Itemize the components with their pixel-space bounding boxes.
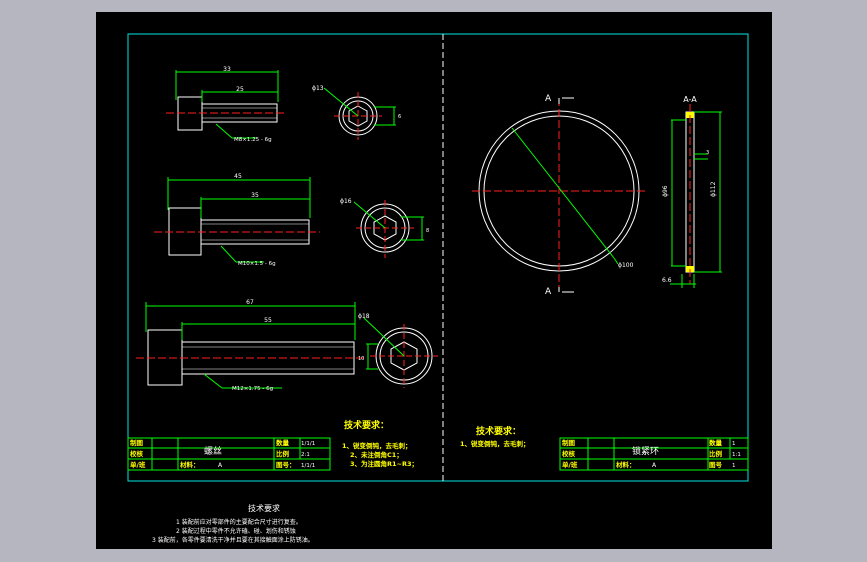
bolt1-head-depth: 6 (398, 114, 401, 120)
assembly-notes-title: 技术要求 (248, 503, 280, 513)
bolt1-end-view (323, 87, 396, 140)
left-drawing-label: 图号： (276, 460, 296, 469)
bolt-1 (166, 70, 286, 139)
left-note-2: 2、未注倒角C1； (350, 450, 403, 459)
bolt1-length-dim: 33 (223, 66, 231, 73)
bolt-2 (154, 177, 320, 263)
right-drawing-value: 1 (732, 463, 736, 469)
right-drawing-label: 图号 (709, 460, 723, 469)
ring-gap-dim: 3 (706, 150, 709, 156)
left-unit-class: 单/班 (130, 460, 146, 469)
left-part-name: 螺丝 (204, 445, 222, 457)
ring-diameter-dim: ϕ100 (618, 262, 634, 269)
assembly-note-2: 2 装配过程中零件不允许磕、碰、划伤和锈蚀 (176, 527, 296, 535)
left-qty-value: 1/1/1 (301, 441, 315, 447)
right-qty-value: 1 (732, 441, 736, 447)
left-title-block (127, 437, 331, 471)
right-scale-value: 1:1 (732, 452, 741, 458)
bolt2-end-view (353, 200, 424, 258)
right-note-1: 1、锐变倒钝，去毛刺； (460, 439, 530, 448)
bolt2-head-dim: ϕ16 (340, 198, 352, 205)
bolt3-end-view (363, 317, 438, 388)
bolt3-length-dim: 67 (246, 299, 254, 306)
left-scale-label: 比例 (276, 449, 290, 458)
left-checked-by: 校核 (130, 449, 144, 458)
bolt-3 (136, 302, 364, 389)
left-notes-title: 技术要求： (344, 419, 389, 431)
ring-outer-dim: ϕ112 (710, 181, 717, 197)
left-scale-value: 2:1 (301, 452, 310, 458)
cad-drawing-canvas: 33 25 M8×1.25 - 6g ϕ13 6 45 35 M10×1.5 -… (96, 12, 772, 549)
section-mark-top: A (545, 94, 552, 104)
right-material-label: 材料： (615, 460, 636, 469)
assembly-note-1: 1 装配前应对零部件的主要配合尺寸进行复查。 (176, 518, 302, 526)
right-checked-by: 校核 (562, 449, 576, 458)
left-note-1: 1、锐变倒钝，去毛刺； (342, 441, 412, 450)
right-material-value: A (652, 462, 657, 469)
ring-width-dim: 6.6 (662, 277, 672, 284)
right-scale-label: 比例 (709, 449, 723, 458)
left-note-3: 3、为注圆角R1~R3； (350, 459, 418, 468)
left-qty-label: 数量 (276, 438, 290, 447)
left-made-by: 制图 (130, 438, 144, 447)
left-material-value: A (218, 462, 223, 469)
bolt1-thread-spec: M8×1.25 - 6g (234, 137, 272, 143)
right-notes-title: 技术要求： (476, 425, 521, 437)
right-qty-label: 数量 (709, 438, 723, 447)
bolt1-thread-dim: 25 (236, 86, 244, 93)
bolt2-length-dim: 45 (234, 173, 242, 180)
section-title: A-A (683, 95, 697, 104)
right-unit-class: 单/班 (562, 460, 578, 469)
bolt2-thread-dim: 35 (251, 192, 259, 199)
bolt3-thread-dim: 55 (264, 317, 272, 324)
bolt3-head-dim: ϕ18 (358, 313, 370, 320)
left-material-label: 材料： (179, 460, 200, 469)
bolt3-head-depth: 10 (358, 356, 364, 362)
right-made-by: 制图 (562, 438, 576, 447)
left-drawing-value: 1/1/1 (301, 463, 315, 469)
ring-inner-dim: ϕ96 (662, 185, 669, 197)
assembly-note-3: 3 装配前，各零件要清洗干净并且要在其接触面涂上防锈油。 (152, 536, 314, 544)
bolt1-head-dim: ϕ13 (312, 85, 324, 92)
bolt2-head-depth: 8 (426, 228, 429, 234)
drawing-frame (127, 33, 749, 482)
bolt3-thread-spec: M12×1.75 - 6g (232, 386, 273, 392)
section-mark-bottom: A (545, 287, 552, 297)
bolt2-thread-spec: M10×1.5 - 6g (238, 261, 276, 267)
right-part-name: 锁紧环 (632, 445, 659, 457)
cad-drawing: 33 25 M8×1.25 - 6g ϕ13 6 45 35 M10×1.5 -… (127, 33, 749, 544)
